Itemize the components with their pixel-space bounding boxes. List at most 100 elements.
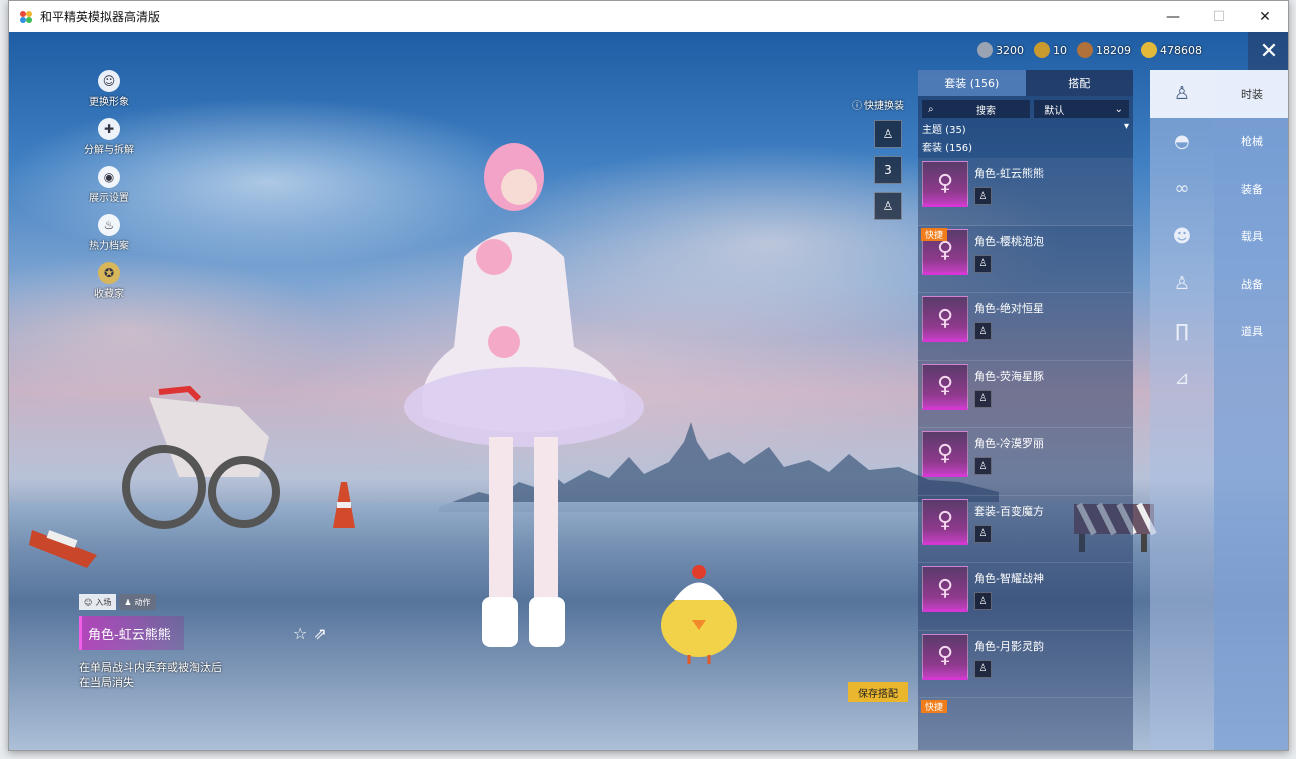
tab-items[interactable]: 道具 bbox=[1214, 308, 1288, 356]
gold-coin-icon bbox=[1141, 42, 1157, 58]
list-item[interactable]: ♀ 角色-月影灵韵 ♙ bbox=[918, 631, 1133, 698]
traffic-cone-prop bbox=[29, 530, 97, 568]
mini-slot[interactable]: ♙ bbox=[974, 457, 992, 475]
outfit-thumbnail: ♀ bbox=[922, 633, 968, 680]
quick-slot-count: 3 bbox=[884, 163, 892, 177]
list-item[interactable]: 快捷 ♀ 角色-樱桃泡泡 ♙ bbox=[918, 226, 1133, 293]
shoes-icon[interactable]: ⊿ bbox=[1150, 355, 1214, 403]
chevron-down-icon: ⌄ bbox=[1114, 103, 1123, 115]
outfit-thumbnail: ♀ bbox=[922, 566, 968, 612]
maximize-button[interactable]: ☐ bbox=[1196, 1, 1242, 32]
character-name: 角色-虹云熊熊 bbox=[79, 616, 184, 650]
quick-slot-3[interactable]: ♙ bbox=[874, 192, 902, 220]
currency-badge[interactable]: 10 bbox=[1034, 42, 1067, 58]
currency-gold[interactable]: 478608 bbox=[1141, 42, 1202, 58]
pants-icon[interactable]: ∏ bbox=[1150, 308, 1214, 356]
mini-slot[interactable]: ♙ bbox=[974, 254, 992, 273]
outfit-icon[interactable]: ♙ bbox=[1150, 70, 1214, 118]
tab-equipment[interactable]: 装备 bbox=[1214, 165, 1288, 213]
favorite-star-icon[interactable]: ☆ bbox=[293, 624, 307, 643]
goggles-icon[interactable]: ∞ bbox=[1150, 165, 1214, 213]
quick-slot-1[interactable]: ♙ bbox=[874, 120, 902, 148]
tab-preparation[interactable]: 战备 bbox=[1214, 260, 1288, 308]
body-icon[interactable]: ♙ bbox=[1150, 260, 1214, 308]
face-icon[interactable]: ☻ bbox=[1150, 213, 1214, 261]
item-name: 角色-荧海星豚 bbox=[974, 369, 1044, 383]
tab-guns[interactable]: 枪械 bbox=[1214, 118, 1288, 166]
menu-heat-record[interactable]: ♨ 热力档案 bbox=[71, 214, 147, 252]
menu-collector[interactable]: ✪ 收藏家 bbox=[71, 262, 147, 300]
sort-select[interactable]: 默认 ⌄ bbox=[1034, 100, 1129, 118]
mini-slot[interactable]: ♙ bbox=[974, 524, 992, 543]
tab-vehicles[interactable]: 载具 bbox=[1214, 213, 1288, 261]
app-logo-icon bbox=[20, 10, 32, 23]
save-outfit-button[interactable]: 保存搭配 bbox=[848, 682, 908, 702]
avatar-icon: ☺ bbox=[98, 70, 120, 92]
mini-slot[interactable]: ♙ bbox=[974, 322, 992, 340]
chip-label: 入场 bbox=[95, 597, 112, 607]
silver-coin-icon bbox=[977, 42, 993, 58]
suits-label: 套装 (156) bbox=[922, 143, 973, 154]
menu-display-settings[interactable]: ◉ 展示设置 bbox=[71, 166, 147, 204]
emulator-window: 和平精英模拟器高清版 — ☐ ✕ ☺ 更换形象 ✚ 分解与拆解 ◉ 展示设置 ♨… bbox=[8, 0, 1289, 751]
list-item[interactable]: ♀ 角色-冷漠罗丽 ♙ bbox=[918, 428, 1133, 496]
quick-badge: 快捷 bbox=[921, 227, 948, 241]
menu-change-appearance[interactable]: ☺ 更换形象 bbox=[71, 70, 147, 108]
close-window-button[interactable]: ✕ bbox=[1242, 1, 1288, 32]
list-item[interactable]: ♀ 角色-荧海星豚 ♙ bbox=[918, 361, 1133, 428]
item-name: 角色-智耀战神 bbox=[974, 572, 1044, 585]
tab-fashion[interactable]: 时装 bbox=[1214, 70, 1288, 118]
menu-decompose[interactable]: ✚ 分解与拆解 bbox=[71, 118, 147, 156]
motorbike-prop bbox=[122, 385, 280, 529]
mini-slot[interactable]: ♙ bbox=[974, 187, 992, 205]
theme-label: 主题 (35) bbox=[922, 125, 966, 136]
outfit-thumbnail: ♀ bbox=[922, 296, 968, 342]
chip-action[interactable]: ♟ 动作 bbox=[119, 594, 156, 610]
mini-slot[interactable]: ♙ bbox=[974, 389, 992, 408]
currency-bronze[interactable]: 18209 bbox=[1077, 42, 1131, 58]
mini-slot[interactable]: ♙ bbox=[974, 659, 992, 678]
character-model bbox=[404, 143, 644, 647]
mini-slot[interactable]: ♙ bbox=[974, 592, 992, 610]
title-bar: 和平精英模拟器高清版 — ☐ ✕ bbox=[9, 1, 1288, 32]
outfit-thumbnail: ♀ bbox=[922, 498, 968, 545]
gold-badge-icon bbox=[1034, 42, 1050, 58]
puzzle-icon: ✚ bbox=[98, 118, 120, 140]
currency-value: 3200 bbox=[996, 43, 1024, 57]
share-icon[interactable]: ⇗ bbox=[313, 624, 326, 643]
help-icon: ⓘ bbox=[852, 101, 862, 112]
smiley-icon: ☺ bbox=[84, 597, 93, 607]
category-column: ♙ ◓ ∞ ☻ ♙ ∏ ⊿ bbox=[1150, 70, 1214, 750]
quick-swap: ⓘ 快捷换装 ♙ 3 ♙ bbox=[852, 97, 904, 220]
item-name: 角色-月影灵韵 bbox=[974, 639, 1044, 653]
list-item[interactable]: ♀ 角色-虹云熊熊 ♙ bbox=[918, 158, 1133, 226]
sort-value: 默认 bbox=[1044, 105, 1065, 117]
currency-silver[interactable]: 3200 bbox=[977, 42, 1024, 58]
window-title: 和平精英模拟器高清版 bbox=[40, 10, 161, 24]
close-wardrobe-button[interactable]: ✕ bbox=[1248, 32, 1288, 70]
list-item-partial[interactable]: 快捷 bbox=[918, 698, 1133, 713]
theme-dropdown[interactable]: 主题 (35) ▾ bbox=[918, 118, 1133, 136]
search-input[interactable]: ⌕ 搜索 bbox=[922, 100, 1031, 118]
item-name: 角色-樱桃泡泡 bbox=[974, 234, 1044, 248]
minimize-button[interactable]: — bbox=[1150, 1, 1196, 32]
currency-value: 18209 bbox=[1096, 43, 1131, 57]
list-item[interactable]: ♀ 角色-智耀战神 ♙ bbox=[918, 563, 1133, 631]
quick-swap-label: 快捷换装 bbox=[864, 101, 904, 112]
tab-match[interactable]: 搭配 bbox=[1025, 70, 1133, 96]
menu-label: 分解与拆解 bbox=[84, 145, 134, 156]
cap-icon[interactable]: ◓ bbox=[1150, 118, 1214, 166]
quick-swap-header[interactable]: ⓘ 快捷换装 bbox=[852, 97, 904, 112]
search-placeholder: 搜索 bbox=[975, 105, 996, 117]
bronze-coin-icon bbox=[1077, 42, 1093, 58]
currency-value: 10 bbox=[1053, 43, 1067, 57]
tab-suits[interactable]: 套装 (156) bbox=[918, 70, 1026, 96]
chip-entrance[interactable]: ☺ 入场 bbox=[79, 594, 117, 610]
side-tabs: 时装 枪械 装备 载具 战备 道具 bbox=[1214, 70, 1288, 750]
quick-slot-2[interactable]: 3 bbox=[874, 156, 902, 184]
list-item[interactable]: ♀ 角色-绝对恒星 ♙ bbox=[918, 293, 1133, 361]
list-item[interactable]: ♀ 套装-百变魔方 ♙ bbox=[918, 496, 1133, 563]
outfit-thumbnail: ♀ bbox=[922, 363, 968, 410]
outfit-thumbnail: ♀ bbox=[922, 161, 968, 207]
menu-label: 热力档案 bbox=[89, 241, 129, 252]
